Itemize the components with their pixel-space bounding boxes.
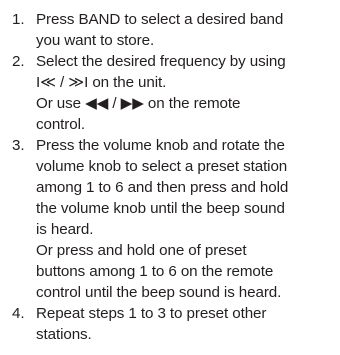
step-2: 2. Select the desired frequency by using… xyxy=(12,51,337,135)
text-line: Repeat steps 1 to 3 to preset other xyxy=(36,305,267,322)
step-1: 1. Press BAND to select a desired band y… xyxy=(12,9,337,51)
step-3: 3. Press the volume knob and rotate the … xyxy=(12,135,337,303)
text-line: is heard. xyxy=(36,221,94,238)
step-number: 2. xyxy=(12,53,25,70)
step-text: Select the desired frequency by using I≪… xyxy=(36,51,337,135)
step-text: Press the volume knob and rotate the vol… xyxy=(36,135,337,303)
text-line: Select the desired frequency by using xyxy=(36,53,286,70)
step-4: 4. Repeat steps 1 to 3 to preset other s… xyxy=(12,303,337,345)
text-line: Press BAND to select a desired band xyxy=(36,11,284,28)
text-line: Press the volume knob and rotate the xyxy=(36,137,285,154)
text-line: stations. xyxy=(36,326,92,343)
step-number: 4. xyxy=(12,305,25,322)
text-line: volume knob to select a preset station xyxy=(36,158,288,175)
step-number: 1. xyxy=(12,11,25,28)
unit-skip-buttons-line: I≪ / ≫I on the unit. xyxy=(36,74,167,91)
text-line: Or press and hold one of preset xyxy=(36,242,247,259)
text-line: among 1 to 6 and then press and hold xyxy=(36,179,289,196)
instruction-list: 1. Press BAND to select a desired band y… xyxy=(12,9,337,345)
step-text: Repeat steps 1 to 3 to preset other stat… xyxy=(36,303,337,345)
text-line: you want to store. xyxy=(36,32,155,49)
step-text: Press BAND to select a desired band you … xyxy=(36,9,337,51)
text-line: the volume knob until the beep sound xyxy=(36,200,285,217)
text-line: control. xyxy=(36,116,86,133)
step-number: 3. xyxy=(12,137,25,154)
text-line: buttons among 1 to 6 on the remote xyxy=(36,263,274,280)
remote-skip-buttons-line: Or use ◀◀ / ▶▶ on the remote xyxy=(36,95,241,112)
text-line: control until the beep sound is heard. xyxy=(36,284,282,301)
